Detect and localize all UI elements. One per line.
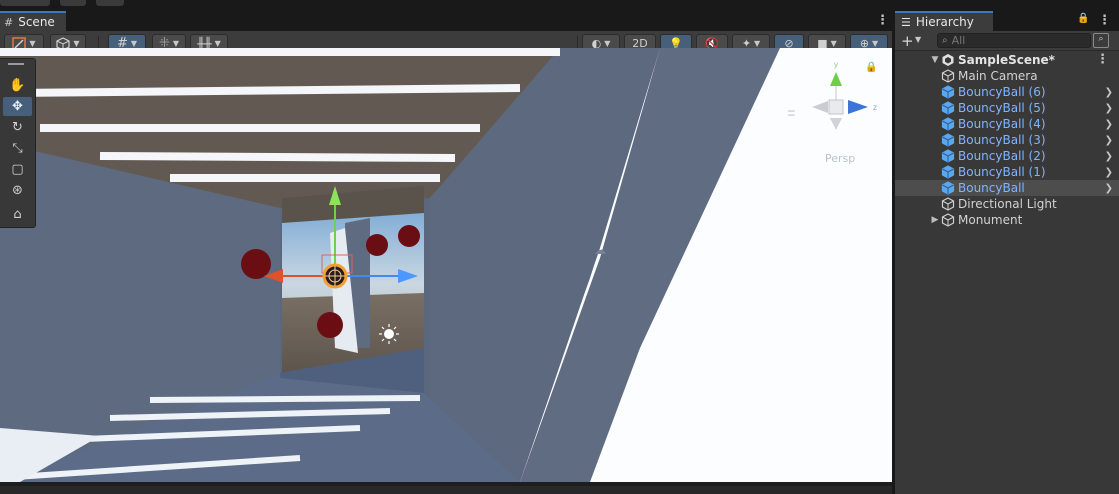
svg-text:☁: ☁ [594, 243, 606, 257]
svg-text:z: z [873, 103, 877, 112]
scene-more-menu-icon[interactable]: ⋮ [876, 14, 889, 27]
scene-render: y z ☁ [0, 48, 892, 482]
hierarchy-panel: ☰ Hierarchy 🔒 ⋮ + ▼ ⌕ ⌕ ▼ SampleScene* ⋮… [895, 8, 1119, 494]
tab-hierarchy-label: Hierarchy [915, 15, 974, 29]
hierarchy-item-label: Directional Light [958, 197, 1057, 211]
prefab-cube-icon [941, 85, 955, 99]
tab-scene[interactable]: # Scene [0, 11, 66, 31]
hierarchy-item[interactable]: BouncyBall (4) ❯ [895, 116, 1119, 132]
tab-hierarchy[interactable]: ☰ Hierarchy [895, 11, 993, 31]
prefab-cube-icon [941, 133, 955, 147]
search-field[interactable]: ⌕ [937, 33, 1091, 48]
hierarchy-item[interactable]: BouncyBall (1) ❯ [895, 164, 1119, 180]
hierarchy-item-label: BouncyBall (4) [958, 117, 1046, 131]
hierarchy-item-label: BouncyBall (1) [958, 165, 1046, 179]
scale-icon: ⤡ [12, 141, 23, 156]
hierarchy-item-label: BouncyBall (3) [958, 133, 1046, 147]
transform-tool-button[interactable]: ⊛ [3, 181, 32, 200]
hierarchy-item[interactable]: ▶ Monument [895, 212, 1119, 228]
search-icon: ⌕ [942, 35, 948, 46]
prefab-cube-icon [941, 149, 955, 163]
top-button[interactable] [60, 0, 86, 6]
viewport-bottom-edge [0, 482, 892, 486]
open-prefab-icon[interactable]: ❯ [1105, 151, 1113, 162]
open-prefab-icon[interactable]: ❯ [1105, 119, 1113, 130]
gameobject-cube-icon [941, 69, 955, 83]
hierarchy-tab-bar: ☰ Hierarchy 🔒 ⋮ [895, 8, 1119, 31]
record-button[interactable] [96, 0, 124, 6]
gizmo-menu-icon[interactable]: ━ ━ [788, 106, 795, 121]
unity-scene-icon [942, 54, 954, 66]
open-prefab-icon[interactable]: ❯ [1105, 167, 1113, 178]
scene-tab-bar: # Scene ⋮ [0, 8, 892, 31]
hierarchy-toolbar: + ▼ ⌕ ⌕ [895, 31, 1119, 51]
custom-tool-button[interactable]: ⌂ [3, 205, 32, 224]
list-icon: ☰ [901, 15, 911, 29]
top-strip [0, 0, 1119, 8]
tab-scene-label: Scene [18, 15, 55, 29]
prefab-cube-icon [941, 117, 955, 131]
hand-icon: ✋ [9, 78, 26, 93]
add-icon[interactable]: + [901, 32, 914, 50]
gameobject-cube-icon [941, 213, 955, 227]
grid-icon: # [4, 15, 14, 29]
search-input[interactable] [951, 34, 1072, 47]
lock-icon[interactable]: 🔒 [1077, 13, 1089, 24]
gameobject-cube-icon [941, 197, 955, 211]
hierarchy-item-label: BouncyBall [958, 181, 1025, 195]
svg-text:y: y [834, 60, 839, 69]
hierarchy-item[interactable]: BouncyBall (2) ❯ [895, 148, 1119, 164]
rect-icon: ▢ [11, 162, 24, 177]
open-prefab-icon[interactable]: ❯ [1105, 87, 1113, 98]
tools-overlay: ✋ ✥ ↻ ⤡ ▢ ⊛ ⌂ [0, 58, 36, 228]
directional-light-gizmo [379, 324, 399, 344]
scale-tool-button[interactable]: ⤡ [3, 139, 32, 158]
open-prefab-icon[interactable]: ❯ [1105, 103, 1113, 114]
chevron-down-icon[interactable]: ▼ [915, 35, 921, 44]
scene-row[interactable]: ▼ SampleScene* ⋮ [895, 52, 1119, 68]
rotate-icon: ↻ [12, 120, 23, 135]
open-prefab-icon[interactable]: ❯ [1105, 183, 1113, 194]
hierarchy-item[interactable]: Main Camera [895, 68, 1119, 84]
hierarchy-item[interactable]: BouncyBall (3) ❯ [895, 132, 1119, 148]
hierarchy-item-label: Monument [958, 213, 1023, 227]
hand-tool-button[interactable]: ✋ [3, 76, 32, 95]
hierarchy-item-label: Main Camera [958, 69, 1038, 83]
rect-tool-button[interactable]: ▢ [3, 160, 32, 179]
hierarchy-item-label: BouncyBall (6) [958, 85, 1046, 99]
perspective-label[interactable]: Persp [825, 152, 855, 165]
move-tool-button[interactable]: ✥ [3, 97, 32, 116]
prefab-cube-icon [941, 101, 955, 115]
move-arrows-icon: ✥ [12, 99, 23, 114]
filter-icon[interactable]: ⌕ [1093, 33, 1109, 48]
hierarchy-item[interactable]: Directional Light [895, 196, 1119, 212]
prefab-cube-icon [941, 181, 955, 195]
top-button[interactable] [0, 0, 50, 6]
scene-viewport[interactable]: y z ☁ ━ ━ 🔒 Persp [0, 48, 892, 482]
hierarchy-tree: ▼ SampleScene* ⋮ Main Camera BouncyBall (… [895, 52, 1119, 228]
hierarchy-more-menu-icon[interactable]: ⋮ [1098, 14, 1111, 27]
open-prefab-icon[interactable]: ❯ [1105, 135, 1113, 146]
transform-icon: ⊛ [12, 183, 23, 198]
overlay-grip[interactable] [8, 63, 24, 65]
custom-editor-icon: ⌂ [13, 207, 22, 222]
hierarchy-item[interactable]: BouncyBall (6) ❯ [895, 84, 1119, 100]
hierarchy-item-label: BouncyBall (2) [958, 149, 1046, 163]
prefab-cube-icon [941, 165, 955, 179]
hierarchy-item[interactable]: BouncyBall (5) ❯ [895, 100, 1119, 116]
scene-more-icon[interactable]: ⋮ [1096, 53, 1109, 66]
expand-arrow-icon[interactable]: ▼ [929, 55, 941, 65]
rotate-tool-button[interactable]: ↻ [3, 118, 32, 137]
hierarchy-item-label: BouncyBall (5) [958, 101, 1046, 115]
scene-name: SampleScene* [958, 53, 1055, 67]
expand-arrow-icon[interactable]: ▶ [929, 215, 941, 225]
hierarchy-item[interactable]: BouncyBall ❯ [895, 180, 1119, 196]
gizmo-lock-icon[interactable]: 🔒 [865, 62, 877, 73]
